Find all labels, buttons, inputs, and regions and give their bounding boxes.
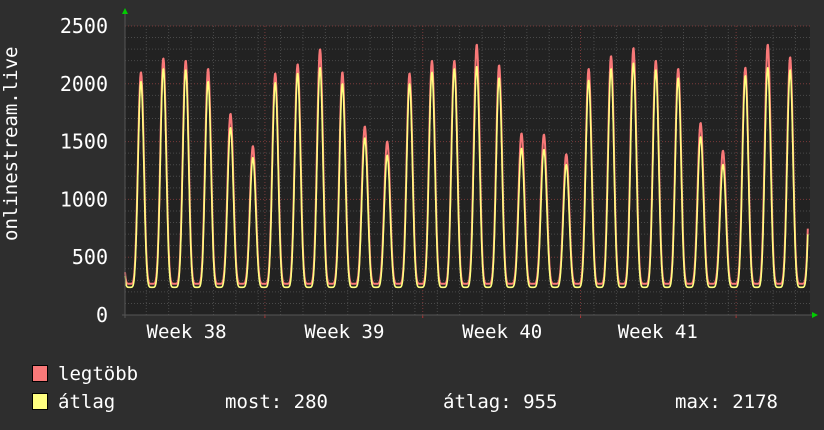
- legend-label: átlag: [58, 391, 116, 413]
- x-tick-label: Week 38: [147, 321, 227, 343]
- y-tick-label: 2500: [60, 14, 108, 38]
- y-axis-ticks: 0 500 1000 1500 2000 2500: [60, 14, 108, 327]
- y-tick-label: 1000: [60, 187, 108, 211]
- x-tick-label: Week 39: [304, 321, 384, 343]
- y-tick-label: 0: [96, 303, 108, 327]
- legend-swatch-avg: [32, 393, 48, 410]
- y-axis-label: onlinestream.live: [0, 46, 22, 241]
- y-axis-arrow-icon: [122, 8, 128, 14]
- legend-item-avg: átlag: [32, 391, 115, 413]
- stat-max: max: 2178: [675, 391, 778, 413]
- x-tick-label: Week 41: [618, 321, 698, 343]
- chart: 05001000150020002500 Week 38 Week 39 Week …: [60, 8, 818, 343]
- y-tick-label: 2000: [60, 72, 108, 96]
- x-axis-arrow-icon: [812, 312, 818, 318]
- x-axis-ticks: Week 38 Week 39 Week 40 Week 41: [147, 321, 698, 343]
- x-tick-label: Week 40: [462, 321, 542, 343]
- legend-label: legtöbb: [58, 363, 139, 385]
- stat-average: átlag: 955: [443, 391, 558, 413]
- y-tick-label: 500: [72, 245, 108, 269]
- stat-current: most: 280: [225, 391, 328, 413]
- y-tick-label: 1500: [60, 130, 108, 154]
- legend-item-max: legtöbb: [32, 363, 138, 385]
- legend-swatch-max: [32, 365, 48, 382]
